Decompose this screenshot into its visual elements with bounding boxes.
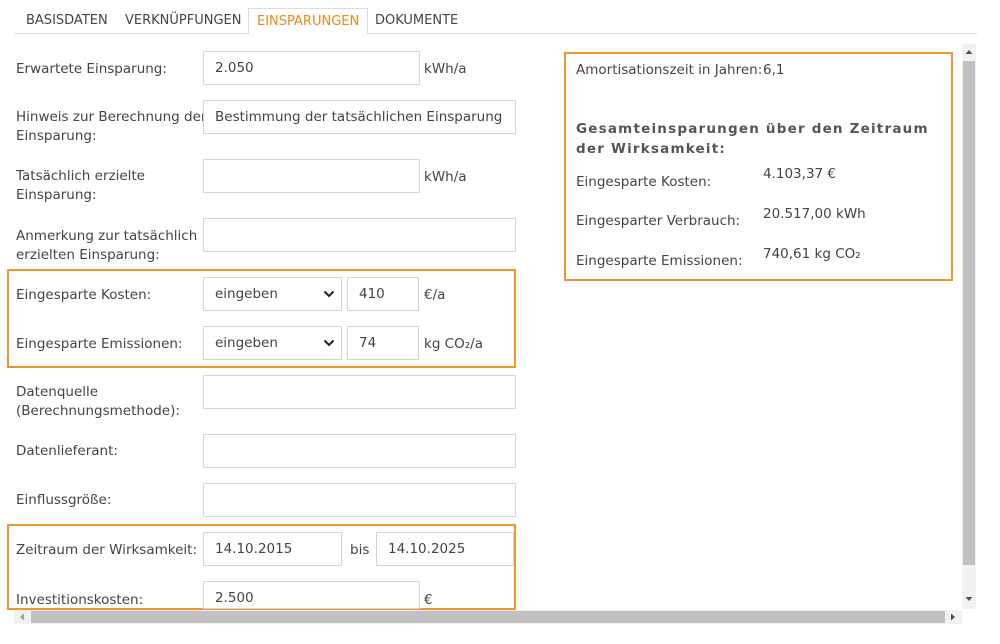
actual-savings-label-line2: Einsparung: — [16, 187, 97, 203]
calc-hint-input[interactable]: Bestimmung der tatsächlichen Einsparung — [203, 100, 516, 134]
data-supplier-label: Datenlieferant: — [16, 443, 118, 459]
investment-input[interactable]: 2.500 — [203, 581, 420, 609]
data-source-input[interactable] — [203, 375, 516, 409]
tab-dokumente[interactable]: DOKUMENTE — [367, 8, 466, 34]
amortization-label: Amortisationszeit in Jahren: — [576, 62, 763, 78]
saved-costs-unit: €/a — [424, 287, 446, 303]
vertical-scrollbar[interactable] — [962, 44, 976, 609]
chevron-down-icon — [323, 290, 335, 298]
tab-bar: BASISDATEN VERKNÜPFUNGEN EINSPARUNGEN DO… — [14, 8, 977, 35]
expected-savings-input[interactable]: 2.050 — [203, 51, 420, 85]
data-source-label-line1: Datenquelle — [16, 384, 99, 400]
actual-note-label-line2: erzielten Einsparung: — [16, 247, 160, 263]
effective-period-bis-label: bis — [350, 542, 370, 558]
summary-emissions-label: Eingesparte Emissionen: — [576, 253, 743, 269]
data-supplier-input[interactable] — [203, 434, 516, 468]
summary-costs-value: 4.103,37 € — [763, 166, 836, 182]
actual-note-input[interactable] — [203, 218, 516, 252]
saved-costs-mode-select[interactable]: eingeben — [203, 277, 342, 311]
horizontal-scrollbar[interactable] — [14, 610, 962, 624]
saved-emissions-input[interactable]: 74 — [347, 326, 419, 360]
summary-consumption-value: 20.517,00 kWh — [763, 206, 866, 222]
data-source-label-line2: (Berechnungsmethode): — [16, 403, 180, 419]
calc-hint-label-line2: Einsparung: — [16, 128, 97, 144]
influence-input[interactable] — [203, 483, 516, 517]
arrow-up-icon[interactable] — [965, 48, 973, 56]
saved-costs-mode-value: eingeben — [215, 286, 278, 302]
horizontal-scrollbar-thumb[interactable] — [31, 611, 945, 623]
actual-savings-unit: kWh/a — [424, 169, 467, 185]
effective-period-to-input[interactable]: 14.10.2025 — [376, 532, 514, 566]
summary-costs-label: Eingesparte Kosten: — [576, 174, 712, 190]
tab-basisdaten[interactable]: BASISDATEN — [18, 8, 116, 34]
tab-einsparungen[interactable]: EINSPARUNGEN — [248, 8, 369, 35]
summary-consumption-label: Eingesparter Verbrauch: — [576, 213, 741, 229]
investment-label: Investitionskosten: — [16, 592, 144, 608]
amortization-value: 6,1 — [763, 62, 785, 78]
investment-unit: € — [424, 592, 433, 608]
vertical-scrollbar-thumb[interactable] — [963, 61, 975, 565]
expected-savings-unit: kWh/a — [424, 61, 467, 77]
chevron-down-icon — [323, 339, 335, 347]
summary-heading: Gesamteinsparungen über den Zeitraum der… — [576, 121, 929, 157]
saved-costs-input[interactable]: 410 — [347, 277, 419, 311]
saved-emissions-label: Eingesparte Emissionen: — [16, 336, 183, 352]
arrow-left-icon[interactable] — [18, 613, 26, 621]
tab-verknuepfungen[interactable]: VERKNÜPFUNGEN — [117, 8, 249, 34]
calc-hint-label-line1: Hinweis zur Berechnung der — [16, 109, 207, 125]
influence-label: Einflussgröße: — [16, 492, 112, 508]
expected-savings-label: Erwartete Einsparung: — [16, 61, 167, 77]
arrow-right-icon[interactable] — [949, 613, 957, 621]
saved-costs-label: Eingesparte Kosten: — [16, 287, 152, 303]
arrow-down-icon[interactable] — [965, 595, 973, 603]
summary-panel — [564, 52, 953, 281]
saved-emissions-unit: kg CO₂/a — [424, 336, 483, 352]
saved-emissions-mode-select[interactable]: eingeben — [203, 326, 342, 360]
effective-period-from-input[interactable]: 14.10.2015 — [203, 532, 342, 566]
saved-emissions-mode-value: eingeben — [215, 335, 278, 351]
summary-emissions-value: 740,61 kg CO₂ — [763, 246, 861, 262]
actual-note-label-line1: Anmerkung zur tatsächlich — [16, 228, 198, 244]
effective-period-label: Zeitraum der Wirksamkeit: — [16, 542, 197, 558]
actual-savings-label-line1: Tatsächlich erzielte — [16, 168, 145, 184]
actual-savings-input[interactable] — [203, 159, 420, 193]
